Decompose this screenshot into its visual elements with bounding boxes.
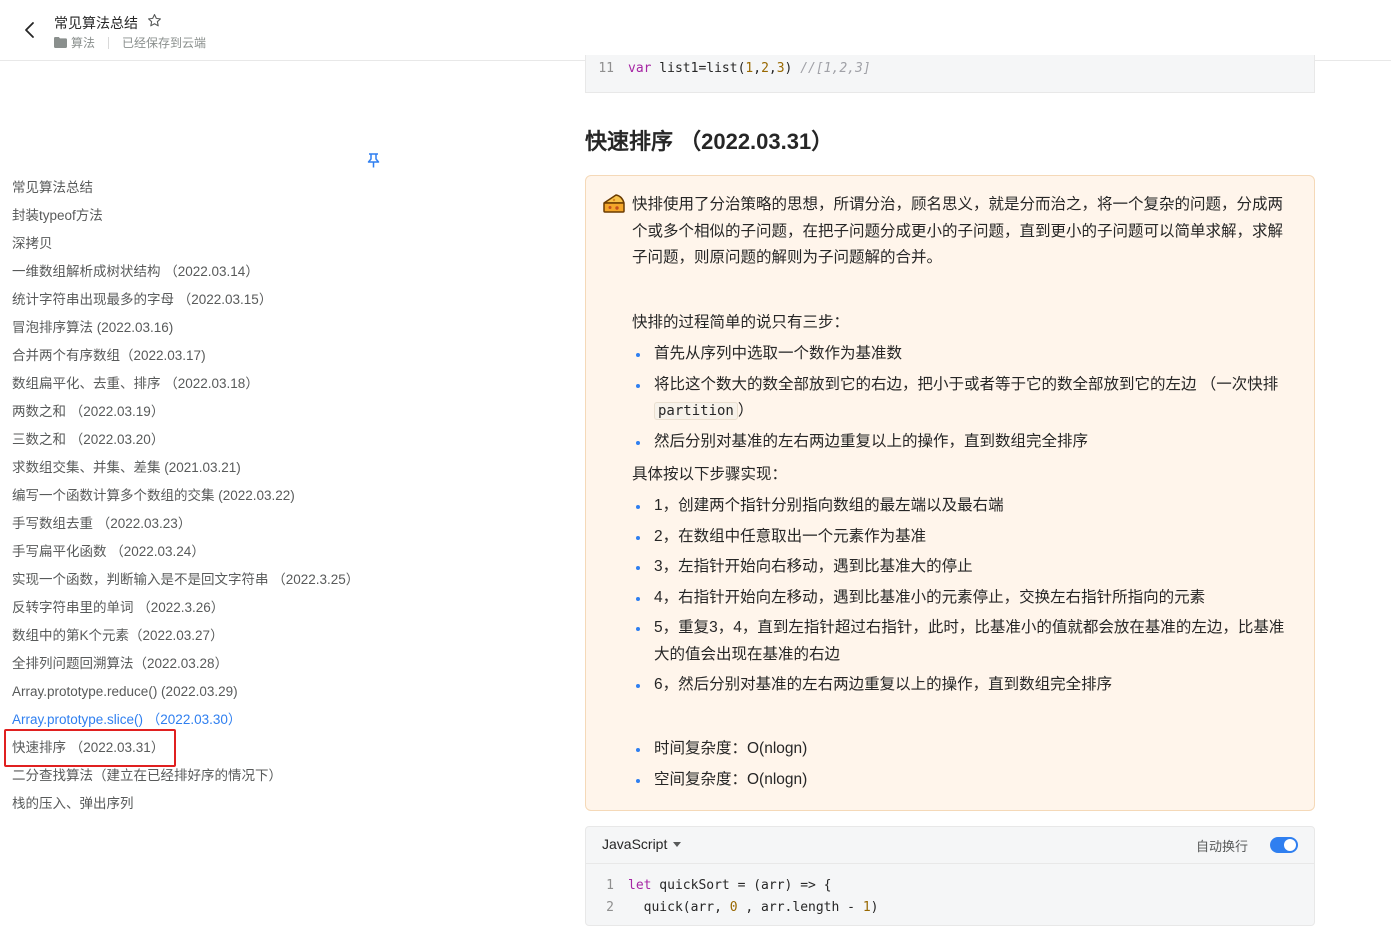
- toc-item[interactable]: 常见算法总结: [12, 178, 359, 206]
- toc-list: 常见算法总结 封装typeof方法 深拷贝 一维数组解析成树状结构 （2022.…: [12, 178, 359, 822]
- list-item-text: ）: [737, 402, 754, 419]
- list-item-text: 首先从序列中选取一个数作为基准数: [654, 345, 903, 362]
- complexity-list: 时间复杂度：O(nlogn) 空间复杂度：O(nlogn): [632, 736, 1296, 793]
- doc-header: 常见算法总结 算法 已经保存到云端: [0, 0, 1391, 61]
- save-status: 已经保存到云端: [122, 36, 207, 50]
- toc-item[interactable]: 封装typeof方法: [12, 206, 359, 234]
- list-item: 将比这个数大的数全部放到它的右边，把小于或者等于它的数全部放到它的左边 （一次快…: [632, 372, 1296, 425]
- toc-item[interactable]: 两数之和 （2022.03.19）: [12, 402, 359, 430]
- steps-list: 首先从序列中选取一个数作为基准数 将比这个数大的数全部放到它的右边，把小于或者等…: [632, 341, 1296, 455]
- line-number: 1: [606, 878, 614, 893]
- impl-steps-list: 1，创建两个指针分别指向数组的最左端以及最右端 2，在数组中任意取出一个元素作为…: [632, 493, 1296, 699]
- toc-item[interactable]: 数组中的第K个元素（2022.03.27）: [12, 626, 359, 654]
- auto-wrap-label: 自动换行: [1195, 839, 1248, 854]
- language-label: JavaScript: [602, 836, 668, 852]
- code-number: 2: [761, 61, 769, 76]
- previous-code-block: 11 var list1=list(1,2,3) //[1,2,3]: [585, 55, 1315, 93]
- toc-item[interactable]: Array.prototype.reduce() (2022.03.29): [12, 682, 359, 710]
- code-text: list1=list(: [651, 61, 746, 76]
- code-line: 11 var list1=list(1,2,3) //[1,2,3]: [586, 61, 871, 76]
- toc-item[interactable]: 三数之和 （2022.03.20）: [12, 430, 359, 458]
- line-number: 2: [606, 900, 614, 915]
- list-item-text: 然后分别对基准的左右两边重复以上的操作，直到数组完全排序: [654, 432, 1089, 450]
- toc-item[interactable]: 深拷贝: [12, 234, 359, 262]
- code-line: 2 quick(arr, 0 , arr.length - 1): [586, 897, 878, 919]
- doc-title: 常见算法总结: [54, 15, 138, 31]
- list-item: 6，然后分别对基准的左右两边重复以上的操作，直到数组完全排序: [632, 672, 1296, 699]
- toc-item-highlighted[interactable]: 快速排序 （2022.03.31）: [12, 738, 359, 766]
- steps-heading: 快排的过程简单的说只有三步：: [632, 314, 850, 331]
- list-item: 首先从序列中选取一个数作为基准数: [632, 341, 1296, 368]
- code-lines: 1 let quickSort = (arr) => { 2 quick(arr,…: [586, 875, 878, 919]
- code-block: JavaScript 自动换行 1 let quickSort = (arr) =…: [585, 826, 1315, 926]
- toc-item[interactable]: 数组扁平化、去重、排序 （2022.03.18）: [12, 374, 359, 402]
- toc-item[interactable]: 反转字符串里的单词 （2022.3.26）: [12, 598, 359, 626]
- toc-item[interactable]: 实现一个函数，判断输入是不是回文字符串 （2022.3.25）: [12, 570, 359, 598]
- caret-down-icon: [673, 841, 682, 847]
- toc-item[interactable]: 合并两个有序数组（2022.03.17): [12, 346, 359, 374]
- toc-item[interactable]: 编写一个函数计算多个数组的交集 (2022.03.22): [12, 486, 359, 514]
- callout-block: 快排使用了分治策略的思想，所谓分治，顾名思义，就是分而治之，将一个复杂的问题，分…: [585, 175, 1315, 811]
- callout-intro: 快排使用了分治策略的思想，所谓分治，顾名思义，就是分而治之，将一个复杂的问题，分…: [632, 196, 1284, 266]
- toc-item-active[interactable]: Array.prototype.slice() （2022.03.30）: [12, 710, 359, 738]
- list-item-text: 4，右指针开始向左移动，遇到比基准小的元素停止，交换左右指针所指向的元素: [654, 588, 1206, 606]
- toc-item[interactable]: 栈的压入、弹出序列: [12, 794, 359, 822]
- code-text: quickSort = (arr) => {: [651, 878, 832, 893]
- toc-item[interactable]: 冒泡排序算法 (2022.03.16): [12, 318, 359, 346]
- section-heading: 快速排序 （2022.03.31）: [585, 129, 834, 154]
- toc-item[interactable]: 手写扁平化函数 （2022.03.24）: [12, 542, 359, 570]
- list-item: 4，右指针开始向左移动，遇到比基准小的元素停止，交换左右指针所指向的元素: [632, 585, 1296, 612]
- list-item-text: 6，然后分别对基准的左右两边重复以上的操作，直到数组完全排序: [654, 676, 1113, 693]
- pin-icon[interactable]: [367, 153, 380, 173]
- list-item-text: 2，在数组中任意取出一个元素作为基准: [654, 527, 927, 545]
- back-button[interactable]: [18, 18, 40, 42]
- list-item: 空间复杂度：O(nlogn): [632, 767, 1296, 794]
- list-item: 5，重复3，4，直到左指针超过右指针，此时，比基准小的值就都会放在基准的左边，比…: [632, 615, 1296, 668]
- star-icon[interactable]: [147, 13, 162, 33]
- toc-item[interactable]: 求数组交集、并集、差集 (2021.03.21): [12, 458, 359, 486]
- code-line: 1 let quickSort = (arr) => {: [586, 875, 878, 897]
- code-text: ,: [753, 61, 762, 76]
- list-item: 1，创建两个指针分别指向数组的最左端以及最右端: [632, 493, 1296, 520]
- list-item-text: 5，重复3，4，直到左指针超过右指针，此时，比基准小的值就都会放在基准的左边，比…: [654, 619, 1285, 663]
- line-number: 11: [598, 61, 614, 76]
- list-item: 3，左指针开始向右移动，遇到比基准大的停止: [632, 554, 1296, 581]
- toc-item[interactable]: 统计字符串出现最多的字母 （2022.03.15）: [12, 290, 359, 318]
- list-item-text: 时间复杂度：O(nlogn): [654, 740, 808, 757]
- list-item-text: 3，左指针开始向右移动，遇到比基准大的停止: [654, 558, 973, 575]
- list-item: 2，在数组中任意取出一个元素作为基准: [632, 524, 1296, 551]
- doc-meta: 算法 已经保存到云端: [54, 34, 206, 51]
- list-item-text: 将比这个数大的数全部放到它的右边，把小于或者等于它的数全部放到它的左边 （一次快…: [654, 375, 1279, 393]
- chevron-left-icon: [25, 22, 34, 38]
- code-comment: //[1,2,3]: [800, 61, 871, 76]
- folder-icon: [54, 37, 67, 48]
- inline-code: partition: [654, 402, 738, 420]
- toc-item[interactable]: 二分查找算法（建立在已经排好序的情况下）: [12, 766, 359, 794]
- cheese-emoji-icon: [602, 191, 626, 220]
- code-keyword: let: [628, 878, 652, 893]
- list-item-text: 1，创建两个指针分别指向数组的最左端以及最右端: [654, 497, 1004, 514]
- impl-heading: 具体按以下步骤实现：: [632, 466, 788, 483]
- code-number: 3: [776, 61, 785, 76]
- meta-divider: [108, 36, 110, 49]
- toc-item[interactable]: 一维数组解析成树状结构 （2022.03.14）: [12, 262, 359, 290]
- code-block-header: JavaScript 自动换行: [586, 827, 1314, 864]
- toc-item[interactable]: 手写数组去重 （2022.03.23）: [12, 514, 359, 542]
- list-item: 然后分别对基准的左右两边重复以上的操作，直到数组完全排序: [632, 429, 1296, 456]
- list-item-text: 空间复杂度：O(nlogn): [654, 770, 808, 788]
- list-item: 时间复杂度：O(nlogn): [632, 736, 1296, 763]
- code-text: ,: [768, 61, 777, 76]
- language-select[interactable]: JavaScript: [602, 836, 682, 852]
- auto-wrap-toggle[interactable]: [1270, 837, 1298, 853]
- code-text: ): [784, 61, 801, 76]
- toc-item[interactable]: 全排列问题回溯算法（2022.03.28）: [12, 654, 359, 682]
- toc-sidebar: 常见算法总结 封装typeof方法 深拷贝 一维数组解析成树状结构 （2022.…: [0, 62, 420, 913]
- code-keyword: var: [628, 61, 652, 76]
- folder-name[interactable]: 算法: [71, 34, 95, 51]
- toggle-knob: [1284, 839, 1296, 851]
